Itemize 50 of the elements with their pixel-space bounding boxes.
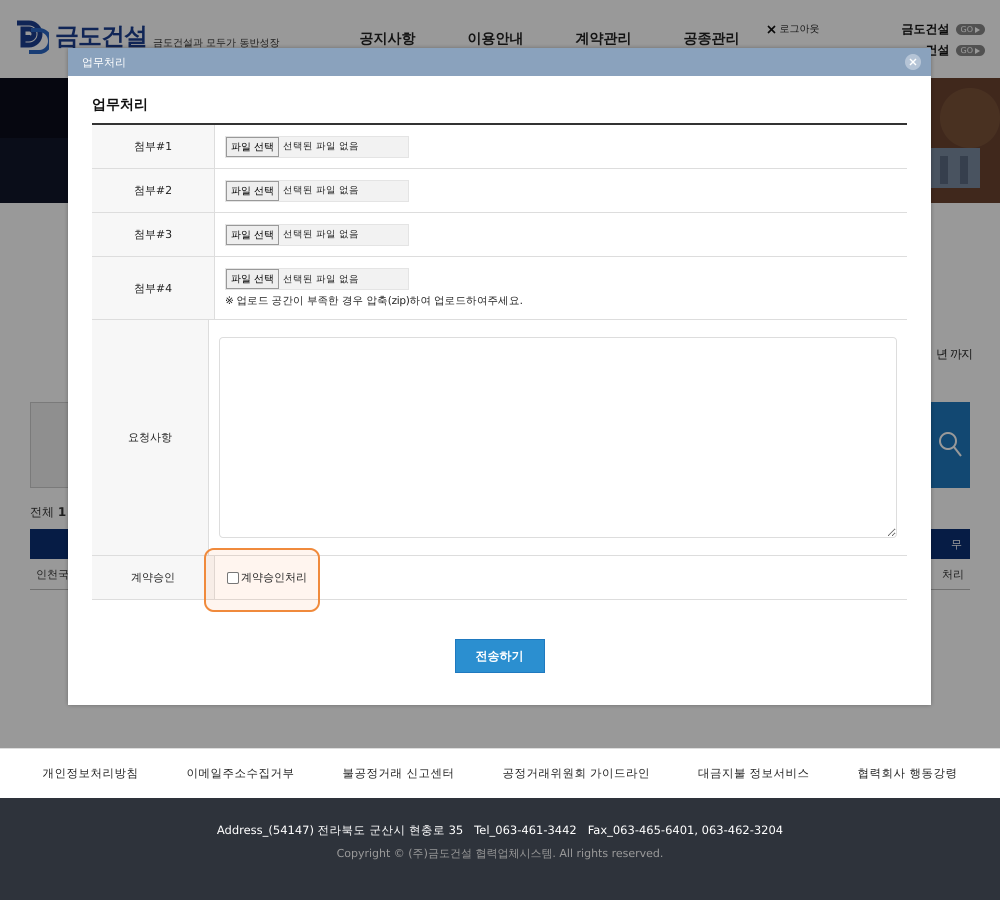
nav-link[interactable]: 계약관리 (575, 30, 632, 48)
search-icon (938, 431, 962, 459)
play-icon (975, 26, 980, 32)
checkbox-label[interactable]: 계약승인처리 (241, 570, 307, 585)
nav-link[interactable]: 공종관리 (683, 30, 740, 48)
site-name: 금도건설 (902, 21, 950, 38)
file-input-field[interactable]: 파일 선택 선택된 파일 없음 (225, 224, 409, 246)
logo-icon (15, 20, 49, 54)
total-count: 전체 1 (30, 505, 66, 519)
file-select-button[interactable]: 파일 선택 (226, 269, 280, 289)
file-status-text: 선택된 파일 없음 (283, 184, 360, 197)
address-text: Address_(54147) 전라북도 군산시 현충로 35 Tel_063-461-3442 Fax_063-465-6401, 063-462-3204 (216, 823, 784, 838)
logo-text: 금도건설 (55, 21, 147, 52)
logout-link[interactable]: 로그아웃 (779, 22, 820, 36)
file-input-field[interactable]: 파일 선택 선택된 파일 없음 (225, 136, 409, 158)
table-cell: 인천국 (36, 566, 69, 582)
file-status-text: 선택된 파일 없음 (283, 272, 360, 286)
footer-link[interactable]: 불공정거래 신고센터 (342, 766, 454, 781)
footer-link[interactable]: 공정거래위원회 가이드라인 (502, 766, 650, 781)
field-label: 첨부#4 (134, 280, 172, 296)
file-input-field[interactable]: 파일 선택 선택된 파일 없음 (225, 268, 409, 290)
field-label: 첨부#3 (134, 227, 172, 242)
tagline: 금도건설과 모두가 동반성장 (153, 37, 280, 50)
submit-button[interactable]: 전송하기 (454, 639, 544, 673)
copyright-text: Copyright © (주)금도건설 협력업체시스템. All rights reserved. (336, 846, 664, 861)
footer-link[interactable]: 대금지불 정보서비스 (698, 766, 810, 781)
file-status-text: 선택된 파일 없음 (283, 140, 360, 153)
field-label: 계약승인 (131, 570, 175, 585)
play-icon (975, 48, 980, 54)
nav-link[interactable]: 이용안내 (467, 30, 524, 48)
file-select-button[interactable]: 파일 선택 (226, 136, 280, 156)
file-input-field[interactable]: 파일 선택 선택된 파일 없음 (225, 180, 409, 202)
upload-note: ※ 업로드 공간이 부족한 경우 압축(zip)하여 업로드하여주세요. (225, 294, 524, 308)
footer-link[interactable]: 이메일주소수집거부 (186, 766, 295, 781)
nav-link[interactable]: 공지사항 (359, 30, 416, 48)
footer-link[interactable]: 개인정보처리방침 (42, 766, 139, 781)
period-text: 년 까지 (936, 346, 972, 363)
field-label: 첨부#1 (134, 139, 172, 154)
section-heading: 업무처리 (92, 96, 149, 114)
table-cell: 처리 (942, 566, 964, 582)
file-select-button[interactable]: 파일 선택 (226, 224, 280, 244)
file-select-button[interactable]: 파일 선택 (226, 180, 280, 200)
field-label: 요청사항 (128, 430, 172, 445)
checkbox[interactable] (227, 572, 239, 584)
modal-title: 업무처리 (82, 54, 126, 70)
close-icon[interactable] (767, 24, 776, 34)
field-label: 첨부#2 (134, 183, 172, 198)
search-button[interactable] (930, 402, 970, 488)
file-status-text: 선택된 파일 없음 (283, 228, 360, 241)
footer-link[interactable]: 협력회사 행동강령 (858, 766, 958, 781)
